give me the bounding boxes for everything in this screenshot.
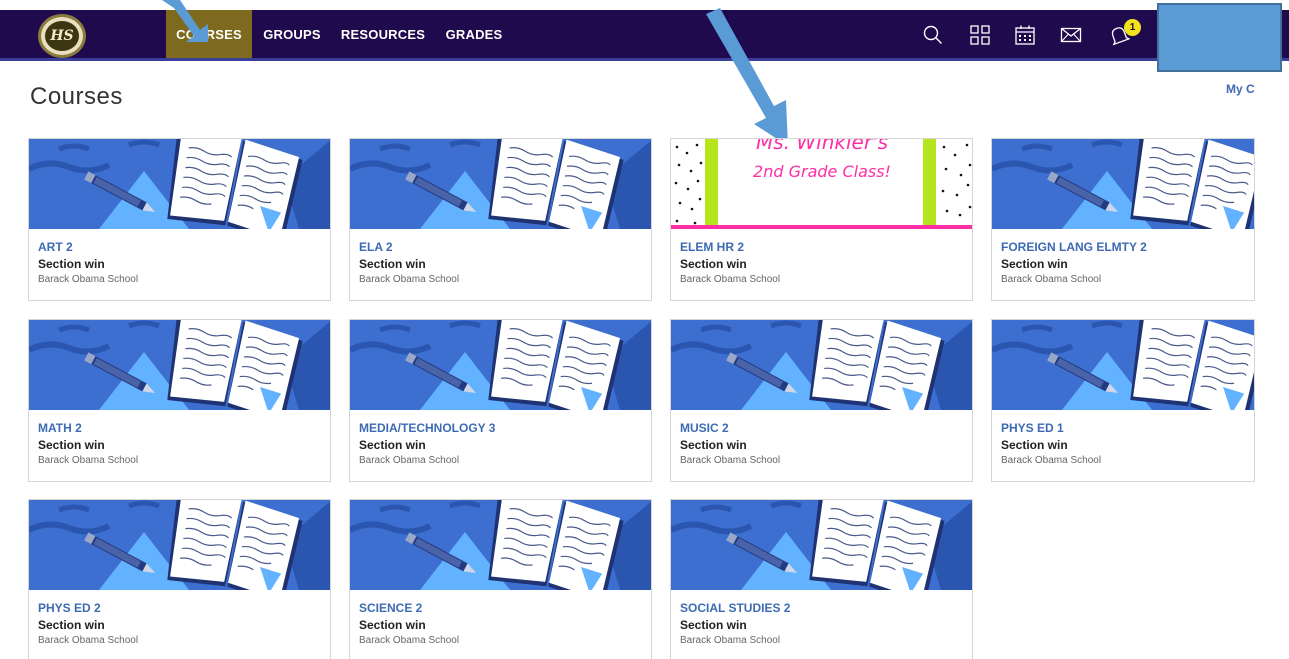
logo-monogram: HS [45, 21, 79, 51]
book-pencil-illustration [992, 139, 1255, 229]
page: HS COURSES GROUPS RESOURCES GRADES 1 Cou… [0, 0, 1289, 659]
course-name[interactable]: ELA 2 [359, 240, 393, 254]
course-name[interactable]: MEDIA/TECHNOLOGY 3 [359, 421, 495, 435]
book-pencil-illustration [350, 500, 652, 590]
course-card[interactable]: MEDIA/TECHNOLOGY 3 Section win Barack Ob… [349, 319, 652, 482]
course-thumbnail [350, 320, 652, 410]
course-thumbnail [350, 139, 652, 229]
course-school: Barack Obama School [38, 455, 139, 466]
nav-courses[interactable]: COURSES [166, 10, 252, 58]
course-section: Section win [38, 438, 105, 452]
course-section: Section win [1001, 438, 1068, 452]
course-card[interactable]: ART 2 Section win Barack Obama School [28, 138, 331, 301]
course-school: Barack Obama School [359, 635, 460, 646]
my-courses-link[interactable]: My C [1226, 82, 1255, 96]
redaction-box [1157, 3, 1282, 72]
book-pencil-illustration [671, 500, 973, 590]
course-name[interactable]: ART 2 [38, 240, 73, 254]
course-banner-image: Ms. Winkler's 2nd Grade Class! [671, 139, 972, 229]
course-card[interactable]: FOREIGN LANG ELMTY 2 Section win Barack … [991, 138, 1255, 301]
course-section: Section win [38, 618, 105, 632]
book-pencil-illustration [29, 500, 331, 590]
book-pencil-illustration [671, 320, 973, 410]
search-icon[interactable] [922, 24, 944, 46]
course-section: Section win [680, 618, 747, 632]
calendar-icon[interactable] [1014, 24, 1036, 46]
nav-grades[interactable]: GRADES [434, 10, 514, 58]
course-thumbnail [671, 320, 973, 410]
top-navigation-bar: HS COURSES GROUPS RESOURCES GRADES 1 [0, 10, 1289, 61]
course-name[interactable]: SOCIAL STUDIES 2 [680, 601, 790, 615]
book-pencil-illustration [29, 139, 331, 229]
school-logo[interactable]: HS [38, 14, 86, 58]
course-school: Barack Obama School [680, 455, 781, 466]
book-pencil-illustration [350, 320, 652, 410]
course-section: Section win [359, 257, 426, 271]
course-name[interactable]: PHYS ED 2 [38, 601, 101, 615]
course-card[interactable]: Ms. Winkler's 2nd Grade Class! ELEM HR 2… [670, 138, 973, 301]
nav-groups[interactable]: GROUPS [252, 10, 332, 58]
course-school: Barack Obama School [38, 635, 139, 646]
course-name[interactable]: MUSIC 2 [680, 421, 729, 435]
course-card[interactable]: PHYS ED 2 Section win Barack Obama Schoo… [28, 499, 331, 659]
banner-line-2: 2nd Grade Class! [753, 162, 891, 181]
course-name[interactable]: ELEM HR 2 [680, 240, 744, 254]
course-thumbnail [29, 139, 331, 229]
course-section: Section win [38, 257, 105, 271]
notification-badge: 1 [1124, 19, 1141, 36]
course-card[interactable]: SOCIAL STUDIES 2 Section win Barack Obam… [670, 499, 973, 659]
course-card[interactable]: MUSIC 2 Section win Barack Obama School [670, 319, 973, 482]
course-name[interactable]: MATH 2 [38, 421, 82, 435]
course-thumbnail [29, 320, 331, 410]
book-pencil-illustration [350, 139, 652, 229]
course-section: Section win [680, 257, 747, 271]
class-banner: Ms. Winkler's 2nd Grade Class! [671, 139, 972, 229]
nav-resources[interactable]: RESOURCES [332, 10, 434, 58]
course-name[interactable]: PHYS ED 1 [1001, 421, 1064, 435]
course-thumbnail [992, 139, 1255, 229]
course-card[interactable]: ELA 2 Section win Barack Obama School [349, 138, 652, 301]
course-card[interactable]: MATH 2 Section win Barack Obama School [28, 319, 331, 482]
course-thumbnail [671, 500, 973, 590]
course-section: Section win [359, 618, 426, 632]
course-thumbnail [29, 500, 331, 590]
apps-grid-icon[interactable] [969, 24, 991, 46]
banner-line-1: Ms. Winkler's [756, 139, 888, 154]
course-name[interactable]: SCIENCE 2 [359, 601, 422, 615]
course-card[interactable]: PHYS ED 1 Section win Barack Obama Schoo… [991, 319, 1255, 482]
book-pencil-illustration [992, 320, 1255, 410]
course-section: Section win [1001, 257, 1068, 271]
course-school: Barack Obama School [680, 274, 781, 285]
mail-icon[interactable] [1060, 24, 1082, 46]
course-card[interactable]: SCIENCE 2 Section win Barack Obama Schoo… [349, 499, 652, 659]
course-name[interactable]: FOREIGN LANG ELMTY 2 [1001, 240, 1147, 254]
course-school: Barack Obama School [680, 635, 781, 646]
course-thumbnail [992, 320, 1255, 410]
course-school: Barack Obama School [1001, 274, 1102, 285]
course-school: Barack Obama School [359, 455, 460, 466]
course-school: Barack Obama School [359, 274, 460, 285]
course-school: Barack Obama School [38, 274, 139, 285]
course-school: Barack Obama School [1001, 455, 1102, 466]
book-pencil-illustration [29, 320, 331, 410]
course-thumbnail [350, 500, 652, 590]
course-section: Section win [359, 438, 426, 452]
nav-underline [0, 58, 1289, 61]
page-title: Courses [30, 83, 123, 110]
course-section: Section win [680, 438, 747, 452]
